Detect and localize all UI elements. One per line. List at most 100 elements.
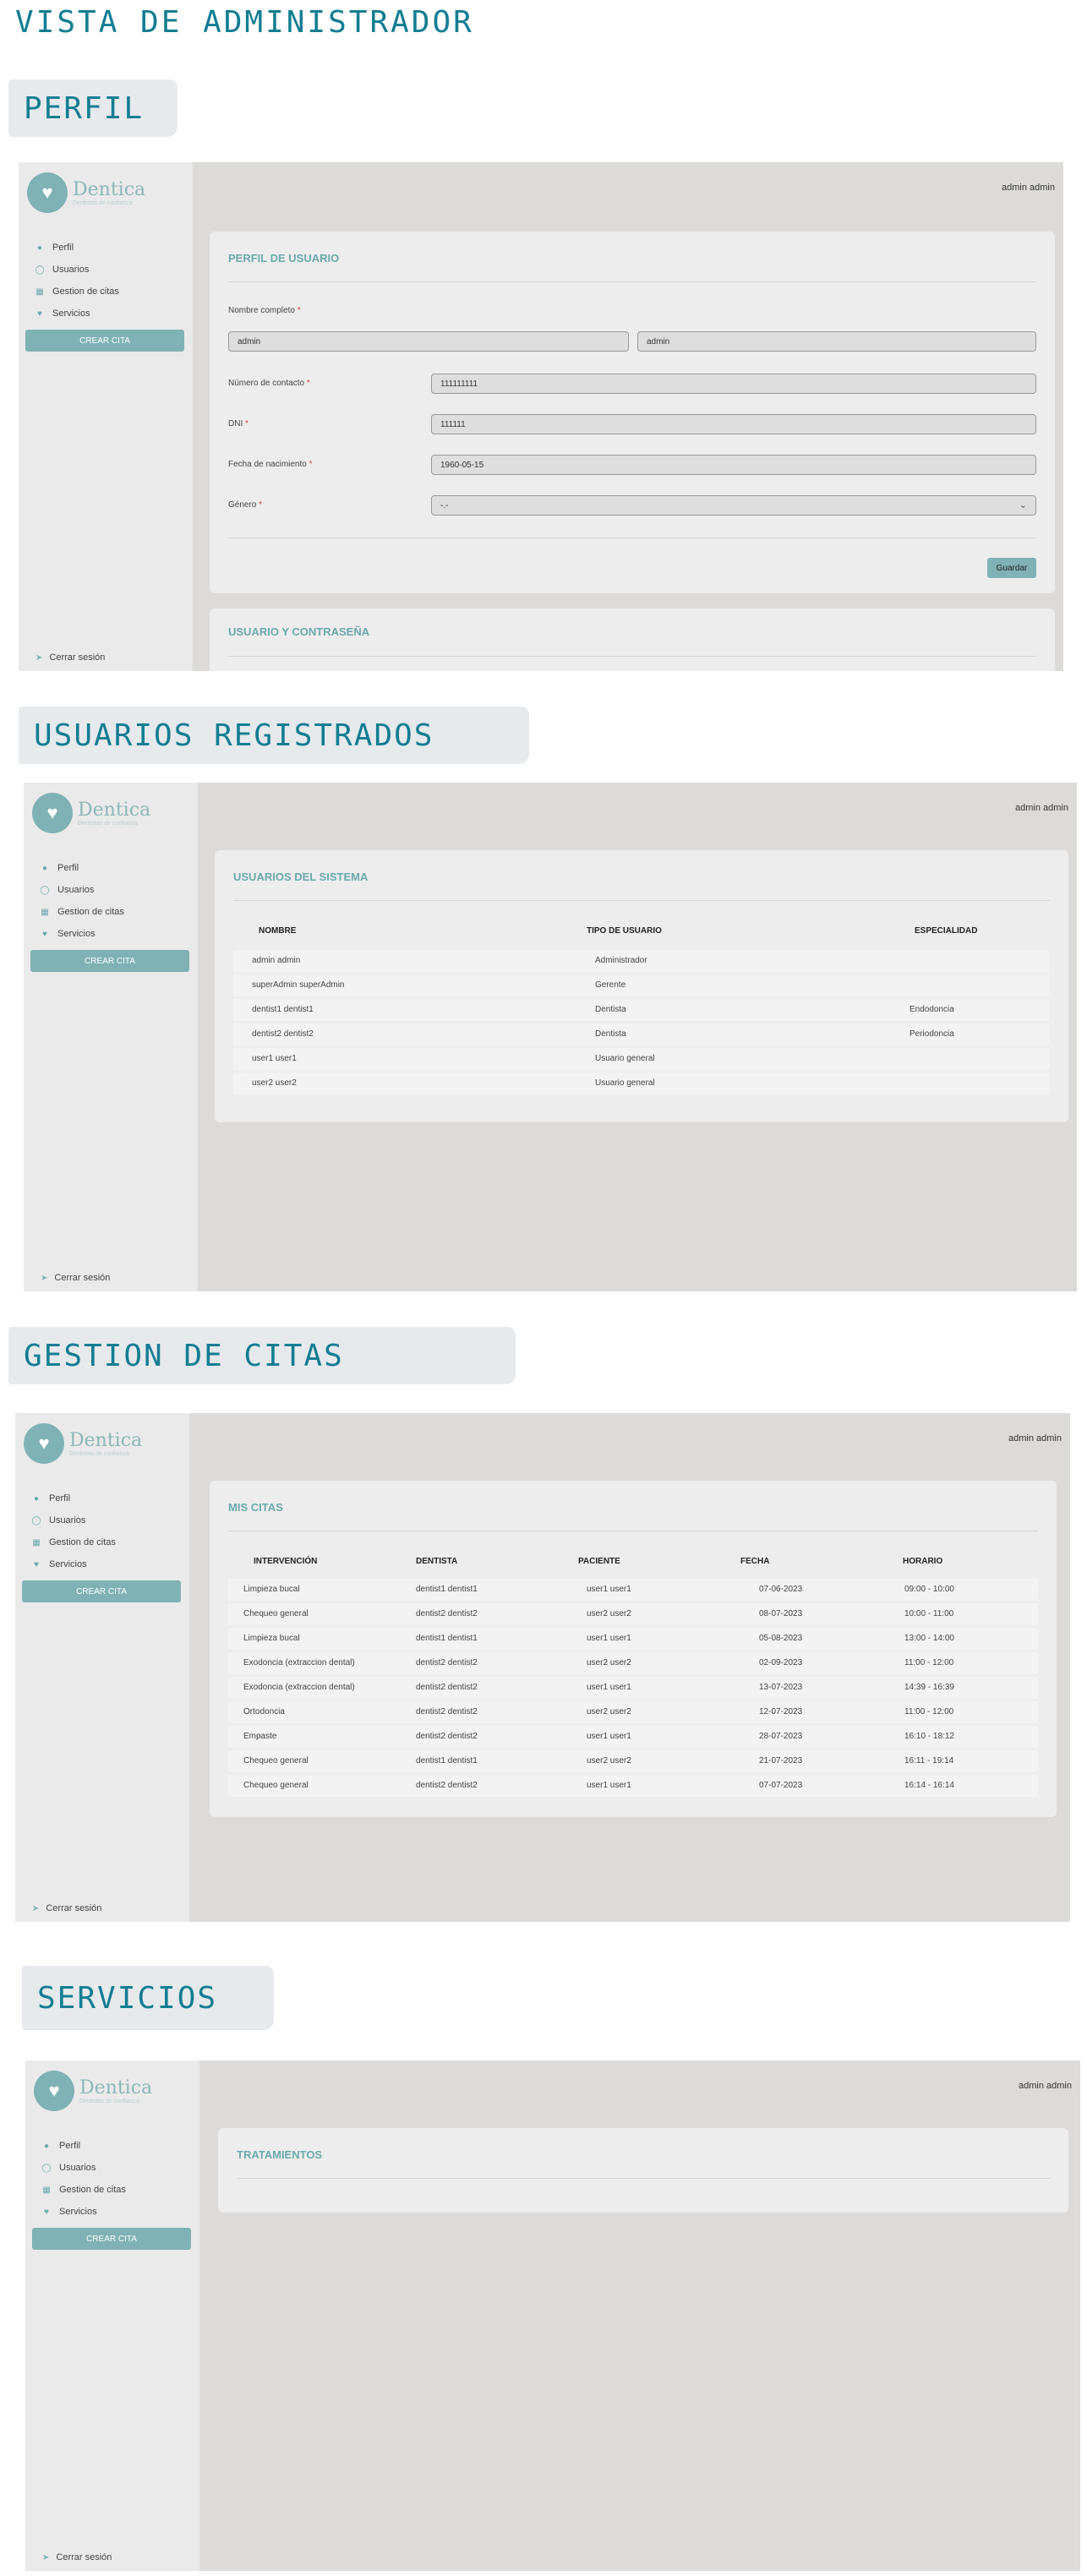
save-button[interactable]: Guardar xyxy=(987,558,1036,578)
user-name: user2 user2 xyxy=(252,1078,297,1088)
brand-tagline: Dentistas de confianza xyxy=(73,199,133,206)
gender-select[interactable]: -.- ⌄ xyxy=(431,495,1036,516)
sidebar-item-servicios[interactable]: ♥ Servicios xyxy=(30,1553,116,1575)
table-row[interactable]: Limpieza bucal dentist1 dentist1 user1 u… xyxy=(228,1579,1038,1601)
app-frame-perfil: ♥ Dentica Dentistas de confianza ● Perfil… xyxy=(19,162,1063,671)
brand-logo[interactable]: ♥ Dentica Dentistas de confianza xyxy=(32,793,150,833)
divider xyxy=(237,2178,1050,2179)
sidebar-nav: ● Perfil ◯ Usuarios ▦ Gestion de citas ♥ Ser… xyxy=(41,2135,126,2223)
sidebar-item-label: Gestion de citas xyxy=(59,2185,126,2195)
create-appointment-button[interactable]: CREAR CITA xyxy=(25,330,184,352)
table-row[interactable]: Chequeo general dentist2 dentist2 user1 … xyxy=(228,1775,1038,1797)
sidebar-item-usuarios[interactable]: ◯ Usuarios xyxy=(34,259,119,281)
dni-input[interactable]: 111111 xyxy=(431,414,1036,434)
user-specialty: Periodoncia xyxy=(909,1029,954,1039)
table-row[interactable]: Exodoncia (extraccion dental) dentist2 d… xyxy=(228,1677,1038,1699)
contact-label: Número de contacto * xyxy=(228,379,310,388)
table-row[interactable]: dentist2 dentist2 Dentista Periodoncia xyxy=(233,1023,1050,1045)
schedule: 13:00 - 14:00 xyxy=(904,1634,954,1643)
sidebar-item-citas[interactable]: ▦ Gestion de citas xyxy=(34,281,119,303)
chevron-down-icon: ⌄ xyxy=(1019,500,1027,510)
table-row[interactable]: Exodoncia (extraccion dental) dentist2 d… xyxy=(228,1652,1038,1674)
table-row[interactable]: Ortodoncia dentist2 dentist2 user2 user2… xyxy=(228,1701,1038,1723)
user-menu[interactable]: admin admin xyxy=(1002,183,1055,193)
create-appointment-button[interactable]: CREAR CITA xyxy=(30,950,189,972)
sidebar-item-perfil[interactable]: ● Perfil xyxy=(39,857,124,879)
table-row[interactable]: superAdmin superAdmin Gerente xyxy=(233,974,1050,996)
brand-name: Dentica xyxy=(79,2077,153,2098)
birthdate-input[interactable]: 1960-05-15 xyxy=(431,455,1036,475)
card-title: MIS CITAS xyxy=(228,1501,283,1514)
create-appointment-button[interactable]: CREAR CITA xyxy=(32,2228,191,2250)
sidebar-item-usuarios[interactable]: ◯ Usuarios xyxy=(41,2157,126,2179)
sidebar-item-servicios[interactable]: ♥ Servicios xyxy=(39,923,124,945)
user-menu[interactable]: admin admin xyxy=(1015,803,1068,813)
sidebar-item-perfil[interactable]: ● Perfil xyxy=(30,1487,116,1509)
tooth-heart-icon: ♥ xyxy=(32,793,73,833)
table-row[interactable]: Chequeo general dentist2 dentist2 user2 … xyxy=(228,1603,1038,1625)
sidebar-nav: ● Perfil ◯ Usuarios ▦ Gestion de citas ♥ Ser… xyxy=(39,857,124,945)
sidebar-item-usuarios[interactable]: ◯ Usuarios xyxy=(30,1509,116,1531)
logout-label: Cerrar sesión xyxy=(49,652,106,663)
sidebar-item-label: Usuarios xyxy=(57,885,95,895)
date: 07-07-2023 xyxy=(759,1781,803,1790)
sidebar-item-servicios[interactable]: ♥ Servicios xyxy=(41,2201,126,2223)
table-row[interactable]: user1 user1 Usuario general xyxy=(233,1048,1050,1070)
logout-button[interactable]: ➤ Cerrar sesión xyxy=(32,1903,101,1913)
tooth-heart-icon: ♥ xyxy=(34,2071,74,2111)
sidebar-item-usuarios[interactable]: ◯ Usuarios xyxy=(39,879,124,901)
user-menu[interactable]: admin admin xyxy=(1019,2081,1072,2091)
patient: user1 user1 xyxy=(587,1683,631,1692)
last-name-input[interactable]: admin xyxy=(637,331,1036,352)
logout-button[interactable]: ➤ Cerrar sesión xyxy=(41,1273,110,1283)
dentist: dentist1 dentist1 xyxy=(416,1634,478,1643)
logout-icon: ➤ xyxy=(42,2552,50,2562)
date: 13-07-2023 xyxy=(759,1683,803,1692)
treatments-card: TRATAMIENTOS xyxy=(218,2128,1068,2213)
sidebar-item-citas[interactable]: ▦ Gestion de citas xyxy=(30,1531,116,1553)
first-name-input[interactable]: admin xyxy=(228,331,629,352)
sidebar-nav: ● Perfil ◯ Usuarios ▦ Gestion de citas ♥ Ser… xyxy=(30,1487,116,1575)
eye-icon: ◯ xyxy=(35,265,45,275)
dentist: dentist2 dentist2 xyxy=(416,1732,478,1741)
logout-button[interactable]: ➤ Cerrar sesión xyxy=(36,652,105,663)
schedule: 16:10 - 18:12 xyxy=(904,1732,954,1741)
user-specialty: Endodoncia xyxy=(909,1005,954,1014)
sidebar-item-perfil[interactable]: ● Perfil xyxy=(34,237,119,259)
sidebar-item-citas[interactable]: ▦ Gestion de citas xyxy=(39,901,124,923)
user-menu[interactable]: admin admin xyxy=(1008,1433,1062,1444)
eye-icon: ◯ xyxy=(31,1515,41,1525)
birthdate-label: Fecha de nacimiento * xyxy=(228,460,313,469)
patient: user1 user1 xyxy=(587,1585,631,1594)
logout-button[interactable]: ➤ Cerrar sesión xyxy=(42,2552,112,2562)
intervention: Empaste xyxy=(243,1732,277,1741)
create-appointment-button[interactable]: CREAR CITA xyxy=(22,1580,181,1602)
contact-input[interactable]: 111111111 xyxy=(431,374,1036,394)
calendar-icon: ▦ xyxy=(42,2185,51,2195)
app-frame-citas: ♥ Dentica Dentistas de confianza ● Perfil… xyxy=(15,1413,1070,1922)
schedule: 10:00 - 11:00 xyxy=(904,1609,954,1618)
table-row[interactable]: admin admin Administrador xyxy=(233,950,1050,972)
sidebar-item-servicios[interactable]: ♥ Servicios xyxy=(34,303,119,325)
sidebar-item-citas[interactable]: ▦ Gestion de citas xyxy=(41,2179,126,2201)
patient: user2 user2 xyxy=(587,1609,631,1618)
user-type: Usuario general xyxy=(595,1078,655,1088)
brand-logo[interactable]: ♥ Dentica Dentistas de confianza xyxy=(34,2071,152,2111)
table-row[interactable]: Limpieza bucal dentist1 dentist1 user1 u… xyxy=(228,1628,1038,1650)
brand-tagline: Dentistas de confianza xyxy=(79,2098,139,2104)
table-row[interactable]: Empaste dentist2 dentist2 user1 user1 28… xyxy=(228,1726,1038,1748)
section-tag-servicios: SERVICIOS xyxy=(22,1966,274,2030)
sidebar: ♥ Dentica Dentistas de confianza ● Perfil… xyxy=(15,1413,189,1922)
brand-logo[interactable]: ♥ Dentica Dentistas de confianza xyxy=(24,1423,142,1464)
sidebar-item-perfil[interactable]: ● Perfil xyxy=(41,2135,126,2157)
date: 05-08-2023 xyxy=(759,1634,803,1643)
brand-logo[interactable]: ♥ Dentica Dentistas de confianza xyxy=(27,172,145,213)
sidebar-item-label: Perfil xyxy=(59,2141,81,2151)
table-row[interactable]: Chequeo general dentist1 dentist1 user2 … xyxy=(228,1750,1038,1772)
card-title: TRATAMIENTOS xyxy=(237,2148,323,2161)
dentist: dentist2 dentist2 xyxy=(416,1683,478,1692)
table-row[interactable]: user2 user2 Usuario general xyxy=(233,1072,1050,1094)
column-header: INTERVENCIÓN xyxy=(254,1557,318,1566)
table-row[interactable]: dentist1 dentist1 Dentista Endodoncia xyxy=(233,999,1050,1021)
logout-label: Cerrar sesión xyxy=(46,1903,102,1913)
